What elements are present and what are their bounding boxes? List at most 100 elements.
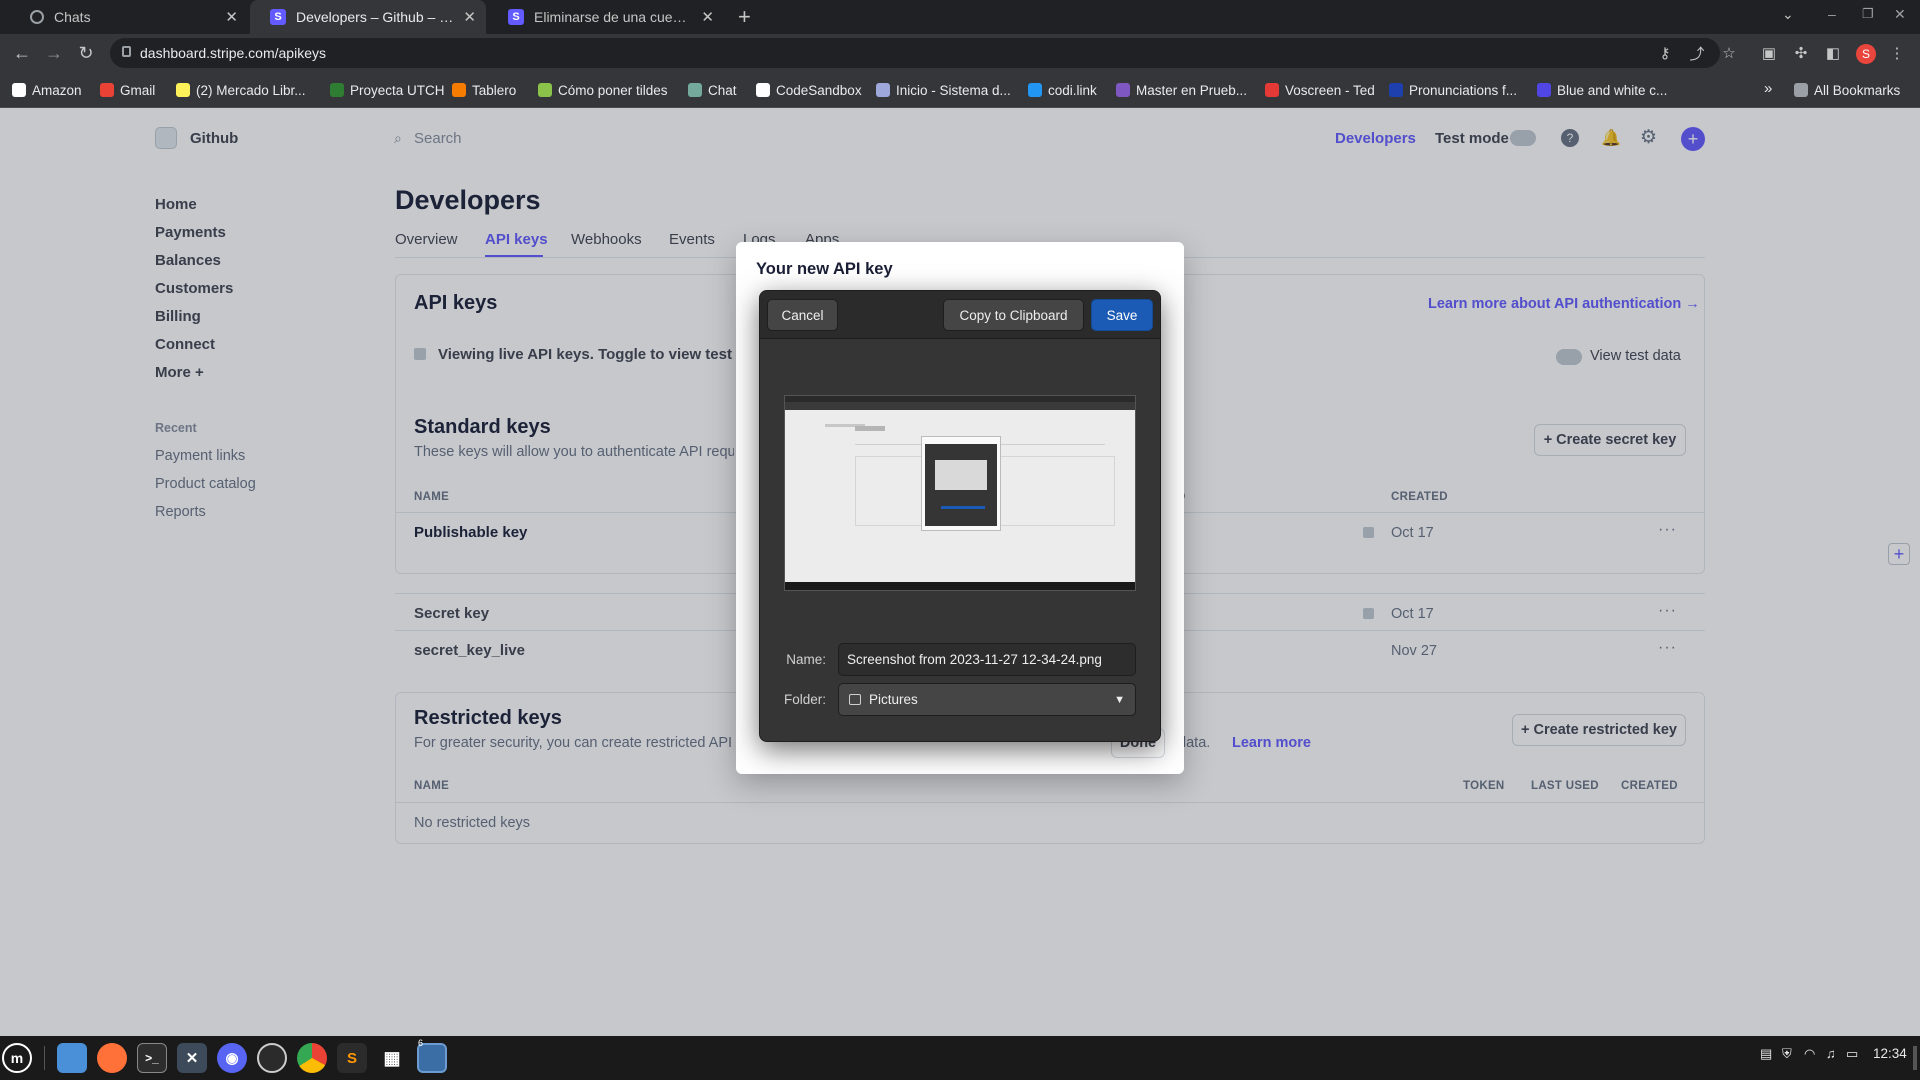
folder-label: Folder: [783, 692, 826, 707]
restore-icon[interactable]: ❐ [1862, 6, 1874, 22]
back-icon[interactable]: ← [8, 34, 36, 72]
bookmark-item[interactable]: Tablero [452, 72, 516, 108]
files-icon[interactable] [57, 1043, 87, 1073]
reload-icon[interactable]: ↻ [72, 34, 100, 72]
side-panel-icon[interactable]: ◧ [1822, 42, 1844, 64]
bookmark-label: Gmail [120, 82, 156, 98]
profile-avatar[interactable]: S [1856, 44, 1876, 64]
bookmark-favicon-icon [756, 83, 770, 97]
bookmark-favicon-icon [1265, 83, 1279, 97]
bookmark-label: Cómo poner tildes [558, 82, 668, 98]
share-icon[interactable]: ⤴ [1686, 42, 1708, 64]
bookmark-item[interactable]: Master en Prueb... [1116, 72, 1247, 108]
more-bookmarks-icon[interactable]: » [1764, 80, 1772, 97]
tab-title: Chats [54, 9, 91, 25]
all-bookmarks[interactable]: All Bookmarks [1794, 72, 1900, 108]
terminal-icon[interactable]: >_ [137, 1043, 167, 1073]
battery-tray-icon[interactable]: ▭ [1846, 1046, 1858, 1062]
sound-tray-icon[interactable]: ♫ [1826, 1046, 1836, 1061]
tab-developers-stripe[interactable]: S Developers – Github – Stripe ✕ [250, 0, 486, 34]
taskbar [0, 1036, 1920, 1080]
mint-menu-icon[interactable]: m [2, 1043, 32, 1073]
close-tab-icon[interactable]: ✕ [463, 8, 476, 26]
bookmark-label: Blue and white c... [1557, 82, 1668, 98]
workspace-switcher-icon[interactable]: ▦ [377, 1043, 407, 1073]
close-tab-icon[interactable]: ✕ [701, 8, 714, 26]
bookmark-favicon-icon [538, 83, 552, 97]
bookmark-label: Chat [708, 82, 737, 98]
folder-select[interactable]: Pictures ▼ [838, 683, 1136, 716]
menu-kebab-icon[interactable]: ⋮ [1886, 42, 1908, 64]
bookmark-label: CodeSandbox [776, 82, 862, 98]
lock-icon [122, 46, 131, 57]
stripe-icon: S [270, 9, 286, 25]
extension-icon[interactable]: ▣ [1758, 42, 1780, 64]
bookmark-item[interactable]: Cómo poner tildes [538, 72, 668, 108]
tab-chats[interactable]: Chats ✕ [10, 0, 248, 34]
bookmark-item[interactable]: Blue and white c... [1537, 72, 1667, 108]
chrome-icon[interactable] [297, 1043, 327, 1073]
firefox-icon[interactable] [97, 1043, 127, 1073]
modal-title: Your new API key [756, 260, 893, 278]
bookmark-item[interactable]: codi.link [1028, 72, 1097, 108]
obs-icon[interactable] [257, 1043, 287, 1073]
bookmark-star-icon[interactable]: ☆ [1718, 42, 1740, 64]
name-label: Name: [786, 652, 826, 667]
bookmark-favicon-icon [100, 83, 114, 97]
tab-eliminarse[interactable]: S Eliminarse de una cuenta de S ✕ [488, 0, 724, 34]
globe-icon [30, 10, 44, 24]
bookmark-label: Tablero [472, 82, 517, 98]
vscode-icon[interactable]: ✕ [177, 1043, 207, 1073]
bookmark-favicon-icon [1028, 83, 1042, 97]
new-tab-button[interactable]: + [738, 4, 751, 30]
workspace-badge: 6 [418, 1038, 424, 1048]
minimize-icon[interactable]: – [1828, 6, 1836, 22]
bookmark-item[interactable]: Amazon [12, 72, 82, 108]
bookmark-favicon-icon [176, 83, 190, 97]
tab-search-icon[interactable]: ⌄ [1782, 6, 1794, 23]
bookmark-item[interactable]: Chat [688, 72, 737, 108]
close-tab-icon[interactable]: ✕ [225, 8, 238, 26]
bookmark-item[interactable]: Pronunciations f... [1389, 72, 1517, 108]
bookmark-favicon-icon [1537, 83, 1551, 97]
show-desktop-button[interactable] [1913, 1046, 1917, 1070]
bookmark-item[interactable]: Gmail [100, 72, 155, 108]
key-icon[interactable]: ⚷ [1654, 42, 1676, 64]
bookmark-favicon-icon [688, 83, 702, 97]
bookmark-favicon-icon [12, 83, 26, 97]
bookmark-label: Proyecta UTCH [350, 82, 445, 98]
forward-icon[interactable]: → [40, 34, 68, 72]
bookmark-item[interactable]: CodeSandbox [756, 72, 862, 108]
pictures-folder-icon [849, 694, 861, 705]
bookmark-item[interactable]: Proyecta UTCH [330, 72, 445, 108]
chevron-down-icon: ▼ [1114, 693, 1125, 706]
bookmark-item[interactable]: (2) Mercado Libr... [176, 72, 306, 108]
bookmark-item[interactable]: Inicio - Sistema d... [876, 72, 1011, 108]
all-bookmarks-label: All Bookmarks [1814, 82, 1901, 98]
bookmark-item[interactable]: Voscreen - Ted [1265, 72, 1375, 108]
bookmark-label: Amazon [32, 82, 82, 98]
save-button[interactable]: Save [1091, 299, 1153, 331]
discord-icon[interactable]: ◉ [217, 1043, 247, 1073]
bookmark-label: (2) Mercado Libr... [196, 82, 306, 98]
copy-to-clipboard-button[interactable]: Copy to Clipboard [943, 299, 1084, 331]
cancel-button[interactable]: Cancel [767, 299, 838, 331]
sublime-icon[interactable]: S [337, 1043, 367, 1073]
screenshot-preview [784, 395, 1136, 591]
puzzle-icon[interactable]: ✣ [1790, 42, 1812, 64]
url-text: dashboard.stripe.com/apikeys [140, 45, 326, 61]
address-bar[interactable]: dashboard.stripe.com/apikeys [110, 38, 1720, 68]
bookmark-favicon-icon [1116, 83, 1130, 97]
tab-title: Eliminarse de una cuenta de S [534, 9, 692, 25]
folder-value: Pictures [869, 692, 918, 707]
wifi-tray-icon[interactable]: ◠ [1804, 1046, 1815, 1062]
bookmark-favicon-icon [876, 83, 890, 97]
clock[interactable]: 12:34 [1873, 1046, 1907, 1061]
shield-tray-icon[interactable]: ⛨ [1782, 1046, 1792, 1062]
bookmark-label: Inicio - Sistema d... [896, 82, 1011, 98]
clipboard-tray-icon[interactable]: ▤ [1760, 1046, 1772, 1062]
taskbar-separator [44, 1046, 45, 1070]
bookmark-favicon-icon [330, 83, 344, 97]
filename-input[interactable]: Screenshot from 2023-11-27 12-34-24.png [838, 643, 1136, 676]
close-window-icon[interactable]: ✕ [1894, 6, 1906, 23]
